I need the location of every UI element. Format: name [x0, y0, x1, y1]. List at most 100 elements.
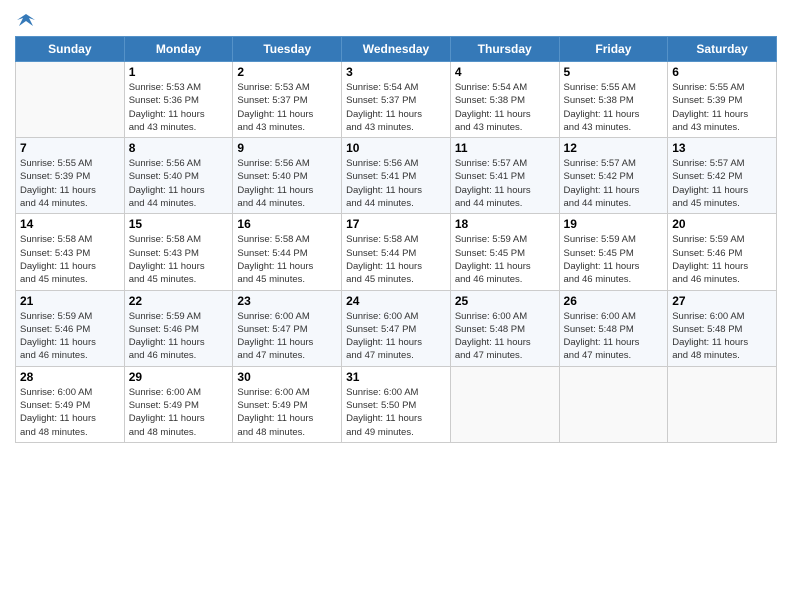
- day-number: 1: [129, 65, 229, 79]
- day-info: Sunrise: 5:58 AM Sunset: 5:43 PM Dayligh…: [20, 233, 120, 286]
- day-info: Sunrise: 6:00 AM Sunset: 5:49 PM Dayligh…: [129, 386, 229, 439]
- day-number: 27: [672, 294, 772, 308]
- day-number: 15: [129, 217, 229, 231]
- day-number: 4: [455, 65, 555, 79]
- day-info: Sunrise: 5:55 AM Sunset: 5:39 PM Dayligh…: [20, 157, 120, 210]
- header-monday: Monday: [124, 37, 233, 62]
- calendar-cell: 6 Sunrise: 5:55 AM Sunset: 5:39 PM Daylig…: [668, 62, 777, 138]
- calendar-cell: 30Sunrise: 6:00 AM Sunset: 5:49 PM Dayli…: [233, 366, 342, 442]
- calendar-cell: 24 Sunrise: 6:00 AM Sunset: 5:47 PM Dayli…: [342, 290, 451, 366]
- day-info: Sunrise: 5:56 AM Sunset: 5:40 PM Dayligh…: [129, 157, 229, 210]
- header-sunday: Sunday: [16, 37, 125, 62]
- calendar-cell: 12 Sunrise: 5:57 AM Sunset: 5:42 PM Dayli…: [559, 138, 668, 214]
- day-info: Sunrise: 6:00 AM Sunset: 5:48 PM Dayligh…: [455, 310, 555, 363]
- day-number: 19: [564, 217, 664, 231]
- calendar-week-row: 7 Sunrise: 5:55 AM Sunset: 5:39 PM Daylig…: [16, 138, 777, 214]
- calendar-cell: 21 Sunrise: 5:59 AM Sunset: 5:46 PM Dayli…: [16, 290, 125, 366]
- calendar-cell: 22 Sunrise: 5:59 AM Sunset: 5:46 PM Dayli…: [124, 290, 233, 366]
- day-info: Sunrise: 5:59 AM Sunset: 5:45 PM Dayligh…: [455, 233, 555, 286]
- calendar-cell: [16, 62, 125, 138]
- day-number: 25: [455, 294, 555, 308]
- day-info: Sunrise: 6:00 AM Sunset: 5:47 PM Dayligh…: [346, 310, 446, 363]
- calendar-cell: 13 Sunrise: 5:57 AM Sunset: 5:42 PM Dayli…: [668, 138, 777, 214]
- calendar-cell: 9 Sunrise: 5:56 AM Sunset: 5:40 PM Daylig…: [233, 138, 342, 214]
- day-number: 13: [672, 141, 772, 155]
- calendar-cell: 17Sunrise: 5:58 AM Sunset: 5:44 PM Dayli…: [342, 214, 451, 290]
- day-info: Sunrise: 5:59 AM Sunset: 5:46 PM Dayligh…: [129, 310, 229, 363]
- day-info: Sunrise: 5:55 AM Sunset: 5:39 PM Dayligh…: [672, 81, 772, 134]
- header-friday: Friday: [559, 37, 668, 62]
- day-number: 26: [564, 294, 664, 308]
- calendar-cell: 31Sunrise: 6:00 AM Sunset: 5:50 PM Dayli…: [342, 366, 451, 442]
- calendar-cell: [668, 366, 777, 442]
- calendar-table: Sunday Monday Tuesday Wednesday Thursday…: [15, 36, 777, 443]
- calendar-cell: 20Sunrise: 5:59 AM Sunset: 5:46 PM Dayli…: [668, 214, 777, 290]
- calendar-cell: 26 Sunrise: 6:00 AM Sunset: 5:48 PM Dayli…: [559, 290, 668, 366]
- day-number: 18: [455, 217, 555, 231]
- calendar-cell: 8 Sunrise: 5:56 AM Sunset: 5:40 PM Daylig…: [124, 138, 233, 214]
- day-number: 20: [672, 217, 772, 231]
- calendar-cell: 7 Sunrise: 5:55 AM Sunset: 5:39 PM Daylig…: [16, 138, 125, 214]
- day-info: Sunrise: 5:54 AM Sunset: 5:37 PM Dayligh…: [346, 81, 446, 134]
- calendar-cell: 1 Sunrise: 5:53 AM Sunset: 5:36 PM Daylig…: [124, 62, 233, 138]
- calendar-week-row: 14 Sunrise: 5:58 AM Sunset: 5:43 PM Dayli…: [16, 214, 777, 290]
- day-info: Sunrise: 5:57 AM Sunset: 5:42 PM Dayligh…: [672, 157, 772, 210]
- header-thursday: Thursday: [450, 37, 559, 62]
- day-info: Sunrise: 5:57 AM Sunset: 5:41 PM Dayligh…: [455, 157, 555, 210]
- day-info: Sunrise: 6:00 AM Sunset: 5:48 PM Dayligh…: [672, 310, 772, 363]
- day-number: 7: [20, 141, 120, 155]
- day-info: Sunrise: 5:59 AM Sunset: 5:46 PM Dayligh…: [20, 310, 120, 363]
- calendar-cell: 11 Sunrise: 5:57 AM Sunset: 5:41 PM Dayli…: [450, 138, 559, 214]
- day-number: 29: [129, 370, 229, 384]
- day-number: 21: [20, 294, 120, 308]
- day-number: 5: [564, 65, 664, 79]
- day-number: 22: [129, 294, 229, 308]
- day-number: 24: [346, 294, 446, 308]
- calendar-cell: 4 Sunrise: 5:54 AM Sunset: 5:38 PM Daylig…: [450, 62, 559, 138]
- day-info: Sunrise: 6:00 AM Sunset: 5:50 PM Dayligh…: [346, 386, 446, 439]
- calendar-week-row: 28 Sunrise: 6:00 AM Sunset: 5:49 PM Dayli…: [16, 366, 777, 442]
- logo-bird-icon: [17, 12, 35, 28]
- calendar-week-row: 21 Sunrise: 5:59 AM Sunset: 5:46 PM Dayli…: [16, 290, 777, 366]
- day-info: Sunrise: 5:53 AM Sunset: 5:36 PM Dayligh…: [129, 81, 229, 134]
- day-info: Sunrise: 6:00 AM Sunset: 5:48 PM Dayligh…: [564, 310, 664, 363]
- calendar-cell: 3 Sunrise: 5:54 AM Sunset: 5:37 PM Daylig…: [342, 62, 451, 138]
- day-info: Sunrise: 5:57 AM Sunset: 5:42 PM Dayligh…: [564, 157, 664, 210]
- weekday-header-row: Sunday Monday Tuesday Wednesday Thursday…: [16, 37, 777, 62]
- day-number: 12: [564, 141, 664, 155]
- logo: [15, 16, 35, 28]
- day-info: Sunrise: 5:58 AM Sunset: 5:43 PM Dayligh…: [129, 233, 229, 286]
- calendar-cell: 15 Sunrise: 5:58 AM Sunset: 5:43 PM Dayli…: [124, 214, 233, 290]
- day-info: Sunrise: 5:59 AM Sunset: 5:45 PM Dayligh…: [564, 233, 664, 286]
- day-number: 16: [237, 217, 337, 231]
- calendar-cell: 18 Sunrise: 5:59 AM Sunset: 5:45 PM Dayli…: [450, 214, 559, 290]
- day-number: 6: [672, 65, 772, 79]
- day-info: Sunrise: 5:56 AM Sunset: 5:40 PM Dayligh…: [237, 157, 337, 210]
- day-number: 28: [20, 370, 120, 384]
- calendar-cell: [450, 366, 559, 442]
- calendar-cell: 14 Sunrise: 5:58 AM Sunset: 5:43 PM Dayli…: [16, 214, 125, 290]
- calendar-cell: 10 Sunrise: 5:56 AM Sunset: 5:41 PM Dayli…: [342, 138, 451, 214]
- day-number: 11: [455, 141, 555, 155]
- calendar-cell: 5 Sunrise: 5:55 AM Sunset: 5:38 PM Daylig…: [559, 62, 668, 138]
- day-info: Sunrise: 6:00 AM Sunset: 5:49 PM Dayligh…: [20, 386, 120, 439]
- day-number: 9: [237, 141, 337, 155]
- header-wednesday: Wednesday: [342, 37, 451, 62]
- day-info: Sunrise: 6:00 AM Sunset: 5:49 PM Dayligh…: [237, 386, 337, 439]
- day-number: 10: [346, 141, 446, 155]
- day-info: Sunrise: 5:54 AM Sunset: 5:38 PM Dayligh…: [455, 81, 555, 134]
- calendar-cell: 2 Sunrise: 5:53 AM Sunset: 5:37 PM Daylig…: [233, 62, 342, 138]
- day-info: Sunrise: 5:56 AM Sunset: 5:41 PM Dayligh…: [346, 157, 446, 210]
- calendar-cell: 19 Sunrise: 5:59 AM Sunset: 5:45 PM Dayli…: [559, 214, 668, 290]
- calendar-cell: 28 Sunrise: 6:00 AM Sunset: 5:49 PM Dayli…: [16, 366, 125, 442]
- header: [15, 10, 777, 28]
- day-info: Sunrise: 5:53 AM Sunset: 5:37 PM Dayligh…: [237, 81, 337, 134]
- day-number: 3: [346, 65, 446, 79]
- day-number: 8: [129, 141, 229, 155]
- day-number: 14: [20, 217, 120, 231]
- day-number: 2: [237, 65, 337, 79]
- day-info: Sunrise: 5:55 AM Sunset: 5:38 PM Dayligh…: [564, 81, 664, 134]
- calendar-cell: 16Sunrise: 5:58 AM Sunset: 5:44 PM Dayli…: [233, 214, 342, 290]
- calendar-week-row: 1 Sunrise: 5:53 AM Sunset: 5:36 PM Daylig…: [16, 62, 777, 138]
- day-info: Sunrise: 5:58 AM Sunset: 5:44 PM Dayligh…: [346, 233, 446, 286]
